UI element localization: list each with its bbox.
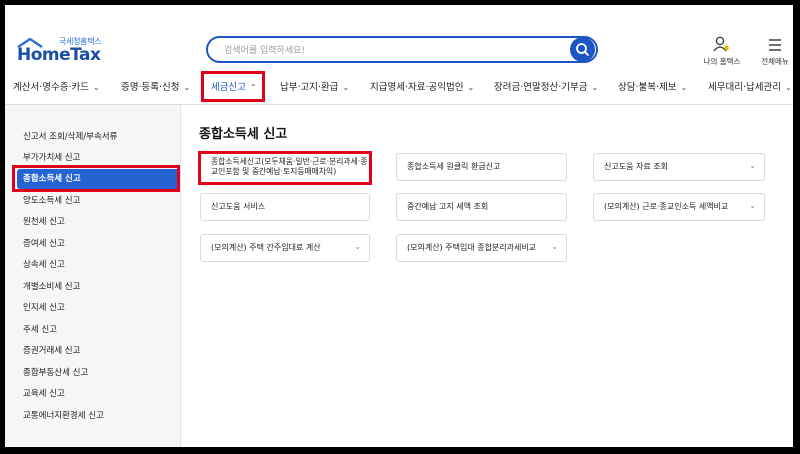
search-bar[interactable] bbox=[206, 36, 598, 63]
chevron-down-icon: ⌄ bbox=[342, 83, 350, 92]
page: 국세청홈택스 HomeTax 나의 홈택스 bbox=[5, 5, 793, 447]
nav-item-payment-statement[interactable]: 지급명세·자료·공익법인 ⌄ bbox=[370, 71, 474, 104]
chevron-down-icon: ⌄ bbox=[749, 201, 756, 210]
card-interim-payment[interactable]: 중간예납 고지 세액 조회 bbox=[396, 193, 567, 221]
card-simulation-compare[interactable]: (모의계산) 근로·종교인소득 세액비교 ⌄ bbox=[593, 193, 765, 221]
nav-label: 상담·불복·제보 bbox=[618, 82, 677, 93]
nav-item-incentive[interactable]: 장려금·연말정산·기부금 ⌄ bbox=[494, 71, 598, 104]
sidebar-item-withholding[interactable]: 원천세 신고 bbox=[5, 212, 177, 232]
nav-item-invoice[interactable]: 계산서·영수증·카드 ⌄ bbox=[13, 71, 100, 104]
sidebar-item-gift-tax[interactable]: 증여세 신고 bbox=[5, 234, 177, 254]
nav-item-certificate[interactable]: 증명·등록·신청 ⌄ bbox=[121, 71, 190, 104]
menu-icon bbox=[769, 39, 781, 51]
nav-label: 계산서·영수증·카드 bbox=[13, 82, 89, 93]
nav-item-consult[interactable]: 상담·불복·제보 ⌄ bbox=[618, 71, 687, 104]
card-label: 종합소득세 원클릭 환급신고 bbox=[407, 162, 501, 171]
nav-label: 납부·고지·환급 bbox=[280, 82, 339, 93]
card-label: 신고도움 자료 조회 bbox=[604, 162, 668, 171]
sidebar-item-energy-tax[interactable]: 교통에너지환경세 신고 bbox=[5, 406, 177, 426]
search-icon bbox=[576, 43, 589, 56]
sidebar-item-liquor-tax[interactable]: 주세 신고 bbox=[5, 320, 177, 340]
highlight-box-sidebar bbox=[12, 165, 180, 192]
card-help-service[interactable]: 신고도움 서비스 bbox=[200, 193, 370, 221]
nav-item-payment[interactable]: 납부·고지·환급 ⌄ bbox=[280, 71, 349, 104]
chevron-down-icon: ⌄ bbox=[551, 242, 558, 251]
chevron-down-icon: ⌄ bbox=[749, 161, 756, 170]
hometax-logo[interactable]: 국세청홈택스 HomeTax bbox=[17, 36, 107, 66]
chevron-down-icon: ⌄ bbox=[467, 83, 475, 92]
user-icon bbox=[713, 36, 729, 52]
chevron-down-icon: ⌄ bbox=[183, 83, 191, 92]
highlight-box-nav bbox=[201, 71, 265, 102]
card-label: (모의계산) 주택 간주임대료 계산 bbox=[211, 243, 321, 252]
nav-label: 세무대리·납세관리 bbox=[708, 82, 781, 93]
card-label: 중간예납 고지 세액 조회 bbox=[407, 202, 489, 211]
sidebar-item-excise-tax[interactable]: 개별소비세 신고 bbox=[5, 277, 177, 297]
search-button[interactable] bbox=[570, 37, 595, 62]
chevron-down-icon: ⌄ bbox=[591, 83, 599, 92]
card-rental-compare[interactable]: (모의계산) 주택임대 종합분리과세비교 ⌄ bbox=[396, 234, 567, 262]
highlight-box-card bbox=[198, 151, 372, 185]
sidebar-item-inheritance-tax[interactable]: 상속세 신고 bbox=[5, 255, 177, 275]
sidebar: 신고서 조회/삭제/부속서류 부가가치세 신고 종합소득세 신고 양도소득세 신… bbox=[5, 105, 181, 447]
chevron-down-icon: ⌄ bbox=[680, 83, 688, 92]
card-rent-simulation[interactable]: (모의계산) 주택 간주임대료 계산 ⌄ bbox=[200, 234, 370, 262]
card-oneclick-refund[interactable]: 종합소득세 원클릭 환급신고 bbox=[396, 153, 567, 181]
sidebar-item-securities-tax[interactable]: 증권거래세 신고 bbox=[5, 341, 177, 361]
main-nav: 계산서·영수증·카드 ⌄ 증명·등록·신청 ⌄ 세금신고 ⌃ 납부·고지·환급 ⌄ 지급… bbox=[5, 71, 793, 105]
sidebar-item-capital-gains[interactable]: 양도소득세 신고 bbox=[5, 191, 177, 211]
nav-item-agent[interactable]: 세무대리·납세관리 ⌄ bbox=[708, 71, 792, 104]
sidebar-item-property-tax[interactable]: 종합부동산세 신고 bbox=[5, 363, 177, 383]
logo-text: HomeTax bbox=[17, 45, 101, 65]
nav-label: 장려금·연말정산·기부금 bbox=[494, 82, 588, 93]
nav-label: 증명·등록·신청 bbox=[121, 82, 180, 93]
all-menu-button[interactable]: 전체메뉴 bbox=[755, 34, 793, 68]
nav-label: 지급명세·자료·공익법인 bbox=[370, 82, 464, 93]
header: 국세청홈택스 HomeTax 나의 홈택스 bbox=[5, 5, 793, 71]
my-hometax-button[interactable]: 나의 홈택스 bbox=[702, 34, 742, 68]
chevron-down-icon: ⌄ bbox=[354, 242, 361, 251]
page-title: 종합소득세 신고 bbox=[199, 127, 288, 142]
my-hometax-label: 나의 홈택스 bbox=[703, 57, 741, 66]
card-label: (모의계산) 주택임대 종합분리과세비교 bbox=[407, 243, 537, 252]
chevron-down-icon: ⌄ bbox=[92, 83, 100, 92]
chevron-down-icon: ⌄ bbox=[784, 83, 792, 92]
sidebar-item-stamp-tax[interactable]: 인지세 신고 bbox=[5, 298, 177, 318]
sidebar-item-education-tax[interactable]: 교육세 신고 bbox=[5, 384, 177, 404]
all-menu-label: 전체메뉴 bbox=[761, 57, 789, 66]
card-label: (모의계산) 근로·종교인소득 세액비교 bbox=[604, 202, 729, 211]
card-help-data[interactable]: 신고도움 자료 조회 ⌄ bbox=[593, 153, 765, 181]
card-label: 신고도움 서비스 bbox=[211, 202, 266, 211]
search-input[interactable] bbox=[222, 42, 566, 59]
sidebar-item-report-lookup[interactable]: 신고서 조회/삭제/부속서류 bbox=[5, 127, 177, 147]
